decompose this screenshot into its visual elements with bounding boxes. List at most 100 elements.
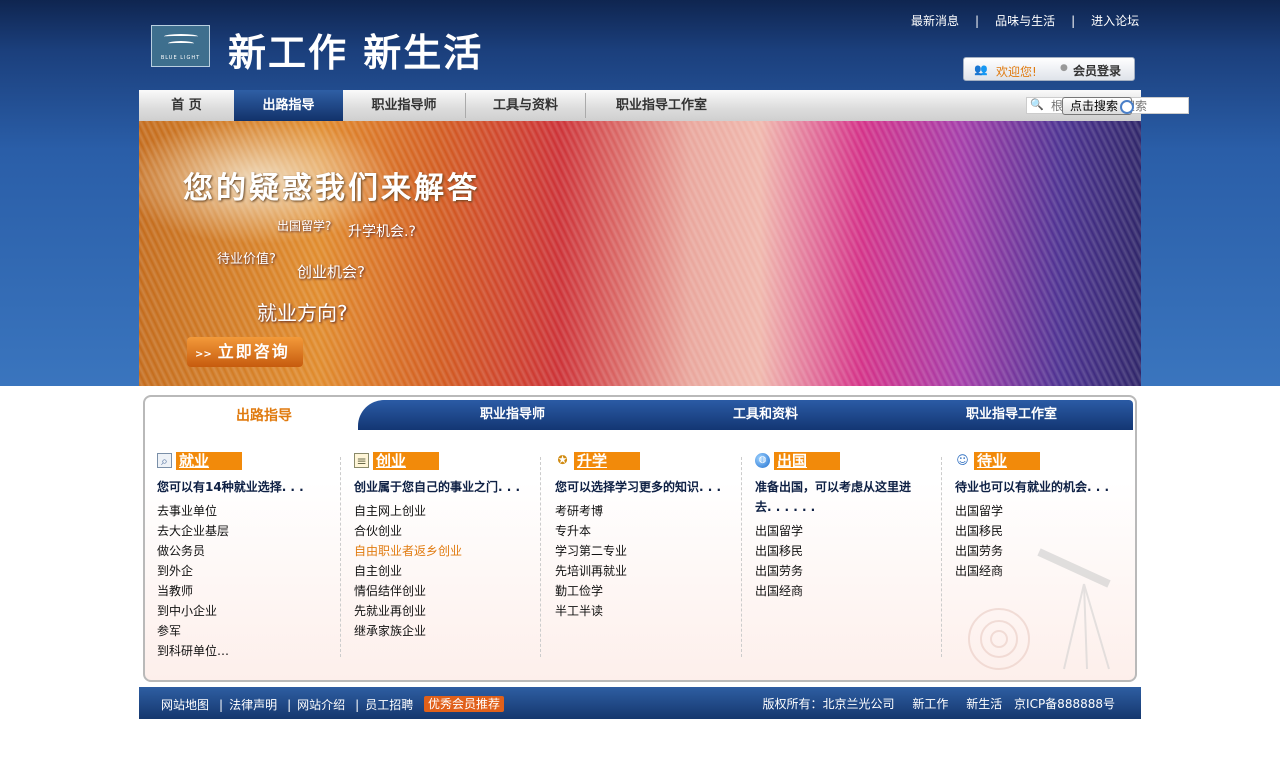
section-title[interactable]: 创业 [373,452,439,470]
list-item[interactable]: 到中小企业 [157,601,347,621]
section-intro: 您可以有14种就业选择. . . [157,480,304,494]
list-item[interactable]: 出国劳务 [755,561,945,581]
icp-number: 京ICP备888888号 [1014,697,1115,711]
nav-career-path[interactable]: 出路指导 [234,90,343,121]
list-item[interactable]: 考研考博 [555,501,745,521]
list-item[interactable]: 做公务员 [157,541,347,561]
list-item[interactable]: 出国劳务 [955,541,1135,561]
section-intro: 创业属于您自己的事业之门. . . [354,480,521,494]
member-login-button[interactable]: 会员登录 [1073,62,1121,79]
list-item[interactable]: 出国移民 [955,521,1135,541]
list-item[interactable]: 去大企业基层 [157,521,347,541]
list-item[interactable]: 出国移民 [755,541,945,561]
list-item[interactable]: 到科研单位… [157,641,347,661]
main-nav: 首 页 出路指导 职业指导师 工具与资料 职业指导工作室 🔍 点击搜索 [139,90,1189,121]
tab-studio[interactable]: 职业指导工作室 [966,400,1057,430]
logo-wing-icon [164,34,198,39]
copyright: 版权所有：北京兰光公司 新工作 新生活 京ICP备888888号 [749,695,1116,712]
globe-icon: ◍ [755,453,770,468]
tab-career-path[interactable]: 出路指导 [236,405,292,425]
content-panel: 出路指导 职业指导师 工具和资料 职业指导工作室 ⌕ 就业 您可以有14种就业选择… [143,395,1137,682]
tab-bar: 职业指导师 工具和资料 职业指导工作室 [358,400,1133,430]
footer-links: 网站地图 | 法律声明 | 网站介绍 | 员工招聘 [161,696,417,713]
banner-question: 待业价值? [217,252,276,267]
list-item[interactable]: 先培训再就业 [555,561,745,581]
list-item[interactable]: 出国留学 [755,521,945,541]
list-item[interactable]: 合伙创业 [354,521,544,541]
list-item[interactable]: 去事业单位 [157,501,347,521]
search-button[interactable]: 点击搜索 [1062,97,1134,115]
logo-wing-icon [168,41,194,46]
hero-banner: 您的疑惑我们来解答 出国留学? 升学机会.? 待业价值? 创业机会? 就业方向?… [139,121,1141,386]
top-links: 最新消息 | 品味与生活 | 进入论坛 [905,12,1145,29]
section-title[interactable]: 升学 [574,452,640,470]
search-icon: 🔍 [1030,98,1044,111]
list-item-highlighted[interactable]: 自由职业者返乡创业 [354,541,544,561]
logo[interactable]: BLUE LIGHT [151,25,210,67]
list-item[interactable]: 情侣结伴创业 [354,581,544,601]
users-icon: 👥 [974,63,988,76]
divider: | [219,698,224,712]
section-further-study: ✪ 升学 您可以选择学习更多的知识. . . 考研考博 专升本 学习第二专业 先培… [555,452,745,621]
document-icon: ≡ [354,453,369,468]
section-intro: 准备出国，可以考虑从这里进去. . . . . . [755,480,912,514]
banner-headline: 您的疑惑我们来解答 [183,171,480,206]
list-item[interactable]: 自主创业 [354,561,544,581]
list-item[interactable]: 出国留学 [955,501,1135,521]
tab-tools[interactable]: 工具和资料 [733,400,798,430]
list-item[interactable]: 到外企 [157,561,347,581]
banner-question: 创业机会? [297,263,365,281]
banner-question: 出国留学? [277,219,332,233]
search-button-label: 点击搜索 [1070,99,1119,113]
nav-studio[interactable]: 职业指导工作室 [586,90,737,121]
list-item[interactable]: 学习第二专业 [555,541,745,561]
footer-link-sitemap[interactable]: 网站地图 [161,698,209,712]
divider: | [975,14,980,28]
list-item[interactable]: 继承家族企业 [354,621,544,641]
footer-link-jobs[interactable]: 员工招聘 [365,698,413,712]
section-title[interactable]: 待业 [974,452,1040,470]
list-item[interactable]: 自主网上创业 [354,501,544,521]
member-recommend-badge[interactable]: 优秀会员推荐 [424,696,505,712]
magnifier-icon [1120,100,1134,114]
welcome-text: 欢迎您! [996,65,1037,79]
bullet-icon: ● [1060,63,1068,73]
link-forum[interactable]: 进入论坛 [1091,12,1139,29]
section-awaiting-job: ☺ 待业 待业也可以有就业的机会. . . 出国留学 出国移民 出国劳务 出国经商 [955,452,1135,581]
section-title[interactable]: 出国 [774,452,840,470]
list-item[interactable]: 参军 [157,621,347,641]
person-icon: ☺ [956,453,969,467]
footer-link-legal[interactable]: 法律声明 [229,698,277,712]
logo-text: BLUE LIGHT [160,55,201,61]
tab-career-advisor[interactable]: 职业指导师 [480,400,545,430]
welcome-box: 👥 欢迎您! ● 会员登录 [963,57,1135,81]
banner-question: 升学机会.? [348,224,416,240]
consult-label: 立即咨询 [217,342,290,361]
list-item[interactable]: 当教师 [157,581,347,601]
section-startup: ≡ 创业 创业属于您自己的事业之门. . . 自主网上创业 合伙创业 自由职业者返… [354,452,544,641]
list-item[interactable]: 出国经商 [755,581,945,601]
footer: 网站地图 | 法律声明 | 网站介绍 | 员工招聘 优秀会员推荐 版权所有：北京兰光公司 新… [139,687,1141,719]
link-taste-life[interactable]: 品味与生活 [995,12,1055,29]
section-intro: 您可以选择学习更多的知识. . . [555,480,722,494]
list-item[interactable]: 专升本 [555,521,745,541]
footer-link-about[interactable]: 网站介绍 [297,698,345,712]
nav-tools[interactable]: 工具与资料 [466,90,585,121]
list-item[interactable]: 出国经商 [955,561,1135,581]
nav-career-advisor[interactable]: 职业指导师 [343,90,465,121]
nav-home[interactable]: 首 页 [139,90,234,121]
section-title[interactable]: 就业 [176,452,242,470]
banner-question: 就业方向? [257,301,348,325]
consult-button[interactable]: >> 立即咨询 [187,337,303,367]
section-intro: 待业也可以有就业的机会. . . [955,480,1110,494]
section-employment: ⌕ 就业 您可以有14种就业选择. . . 去事业单位 去大企业基层 做公务员 到… [157,452,347,661]
divider: | [287,698,292,712]
list-item[interactable]: 半工半读 [555,601,745,621]
divider: | [355,698,360,712]
list-item[interactable]: 勤工俭学 [555,581,745,601]
footer-tag: 新生活 [966,697,1003,711]
award-icon: ✪ [557,453,568,467]
list-item[interactable]: 先就业再创业 [354,601,544,621]
link-latest-news[interactable]: 最新消息 [911,12,959,29]
magnifier-doc-icon: ⌕ [157,453,172,468]
